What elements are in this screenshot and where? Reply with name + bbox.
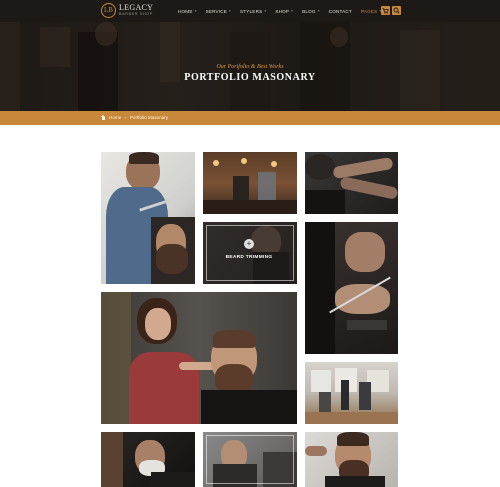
nav-item-pages[interactable]: PAGES ▾: [361, 9, 381, 14]
chevron-down-icon: ▾: [291, 9, 294, 13]
hover-frame: [206, 435, 294, 484]
site-header: LB LEGACY BARBER SHOP HOME ▾ SERVICE ▾ S…: [0, 0, 500, 22]
gallery-item-beard-trimming[interactable]: + BEARD TRIMMING: [203, 222, 297, 284]
breadcrumb-current: Portfolio Masonary: [129, 115, 169, 120]
gallery-item-salon-interior[interactable]: [305, 362, 398, 424]
gallery-item-bearded-man-haircut[interactable]: [305, 432, 398, 487]
chevron-down-icon: ▾: [229, 9, 232, 13]
nav-item-contact[interactable]: CONTACT: [329, 9, 352, 14]
logo-emblem: LB: [101, 3, 116, 18]
gallery-item-female-barber-styling[interactable]: [101, 292, 297, 424]
gallery-item-client-in-chair[interactable]: [203, 432, 297, 487]
plus-icon[interactable]: +: [244, 239, 254, 249]
chevron-down-icon: ▾: [264, 9, 267, 13]
breadcrumb-separator: »: [124, 115, 127, 120]
nav-item-home[interactable]: HOME ▾: [178, 9, 197, 14]
breadcrumb-home[interactable]: Home: [109, 115, 121, 120]
nav-item-blog[interactable]: BLOG ▾: [302, 9, 320, 14]
breadcrumb-bar: Home » Portfolio Masonary: [0, 111, 500, 125]
cart-icon[interactable]: [381, 6, 390, 15]
chevron-down-icon: ▾: [317, 9, 320, 13]
search-icon[interactable]: [392, 6, 401, 15]
chevron-down-icon: ▾: [194, 9, 197, 13]
hero-subtitle: Our Portfolio & Best Works: [216, 64, 284, 70]
nav-item-stylers[interactable]: STYLERS ▾: [240, 9, 266, 14]
nav-item-shop[interactable]: SHOP ▾: [275, 9, 293, 14]
gallery-item-barbershop-interior[interactable]: [203, 152, 297, 214]
home-icon: [101, 115, 106, 120]
brand-tagline: BARBER SHOP: [119, 12, 154, 17]
gallery-item-barber-shaving[interactable]: [101, 432, 195, 487]
portfolio-page: LB LEGACY BARBER SHOP HOME ▾ SERVICE ▾ S…: [0, 0, 500, 487]
breadcrumb: Home » Portfolio Masonary: [101, 115, 168, 120]
gallery-item-scissors-closeup[interactable]: [305, 222, 398, 354]
page-hero: Our Portfolio & Best Works PORTFOLIO MAS…: [0, 22, 500, 111]
gallery-item-barber-trimming-beard[interactable]: [101, 152, 195, 284]
site-logo[interactable]: LB LEGACY BARBER SHOP: [101, 3, 153, 18]
page-title: PORTFOLIO MASONARY: [184, 72, 316, 83]
gallery-item-caption: BEARD TRIMMING: [225, 255, 273, 260]
header-actions: [381, 6, 401, 15]
main-nav: HOME ▾ SERVICE ▾ STYLERS ▾ SHOP ▾ BLOG ▾…: [178, 0, 381, 22]
hover-frame: [206, 225, 294, 281]
nav-item-service[interactable]: SERVICE ▾: [206, 9, 231, 14]
gallery-item-barber-tattooed-arms[interactable]: [305, 152, 398, 214]
brand-name: LEGACY: [119, 3, 154, 13]
